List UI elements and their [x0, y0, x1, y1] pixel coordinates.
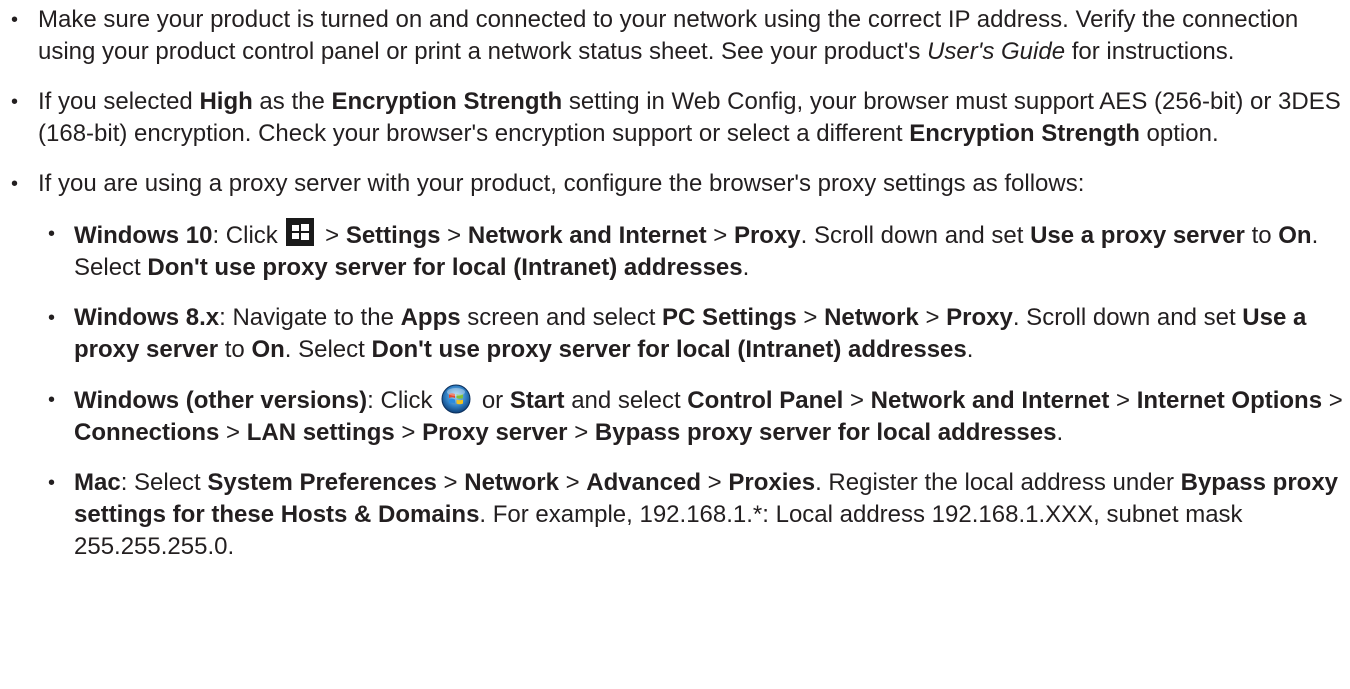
windows-orb-icon [441, 384, 471, 414]
bullet: • [48, 472, 56, 494]
bullet: • [48, 307, 56, 329]
sub-list-item-windows-10: • Windows 10: Click > Settings > Network… [38, 218, 1346, 284]
bullet: • [11, 173, 19, 195]
sub-list-item-windows-8: • Windows 8.x: Navigate to the Apps scre… [38, 302, 1346, 366]
paragraph: If you are using a proxy server with you… [38, 170, 1085, 197]
list-item: • If you selected High as the Encryption… [0, 86, 1346, 150]
paragraph: If you selected High as the Encryption S… [38, 88, 1341, 147]
paragraph: Windows 8.x: Navigate to the Apps screen… [74, 304, 1307, 363]
list-item: • Make sure your product is turned on an… [0, 4, 1346, 68]
bullet-list: • Make sure your product is turned on an… [0, 0, 1346, 563]
list-item: • If you are using a proxy server with y… [0, 168, 1346, 563]
paragraph: Mac: Select System Preferences > Network… [74, 469, 1339, 560]
windows-start-icon [286, 218, 315, 246]
paragraph: Windows (other versions): Click or Start… [74, 384, 1346, 449]
users-guide-reference: User's Guide [927, 38, 1066, 65]
bullet: • [11, 91, 19, 113]
paragraph: Windows 10: Click > Settings > Network a… [74, 218, 1346, 284]
sub-list-item-mac: • Mac: Select System Preferences > Netwo… [38, 467, 1346, 563]
sub-list-item-windows-other: • Windows (other versions): Click or Sta… [38, 384, 1346, 449]
bullet: • [11, 9, 19, 31]
document: • Make sure your product is turned on an… [0, 0, 1350, 689]
bullet: • [48, 223, 56, 245]
bullet: • [48, 389, 56, 411]
paragraph: Make sure your product is turned on and … [38, 6, 1299, 65]
sub-bullet-list: • Windows 10: Click > Settings > Network… [38, 218, 1346, 563]
